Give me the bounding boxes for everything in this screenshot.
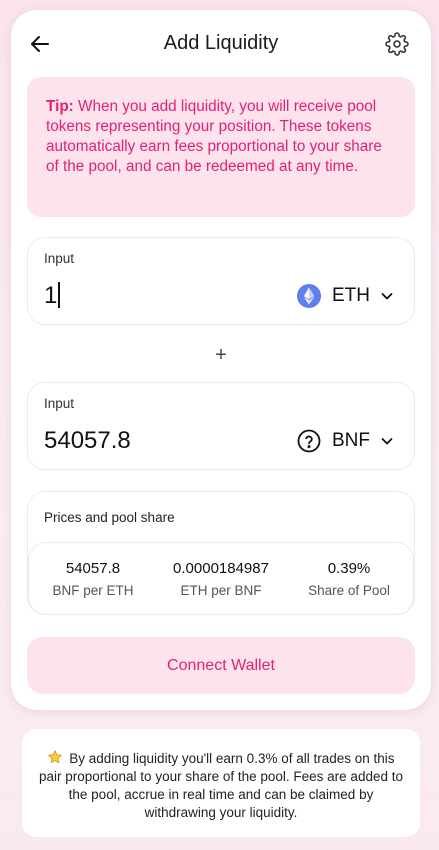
amount-input-eth[interactable]: 1	[44, 282, 244, 310]
gear-icon[interactable]	[385, 32, 409, 56]
star-icon	[48, 749, 63, 764]
ethereum-icon	[297, 284, 321, 308]
input-label: Input	[44, 396, 75, 411]
token-select-bnf[interactable]: BNF	[297, 427, 394, 455]
prices-grid: 54057.8 BNF per ETH 0.0000184987 ETH per…	[28, 542, 414, 615]
prices-panel: Prices and pool share 54057.8 BNF per ET…	[27, 491, 415, 615]
page-title: Add Liquidity	[163, 32, 279, 54]
add-liquidity-card: Add Liquidity Tip: When you add liquidit…	[11, 10, 431, 710]
tip-text: When you add liquidity, you will receive…	[46, 98, 382, 175]
price-item: 54057.8 BNF per ETH	[29, 543, 157, 614]
amount-input-bnf[interactable]: 54057.8	[44, 427, 244, 455]
price-item: 0.0000184987 ETH per BNF	[157, 543, 285, 614]
card-header: Add Liquidity	[11, 10, 431, 76]
info-footer: By adding liquidity you'll earn 0.3% of …	[22, 729, 420, 837]
price-label: ETH per BNF	[180, 582, 262, 598]
price-label: BNF per ETH	[52, 582, 134, 598]
price-label: Share of Pool	[308, 582, 390, 598]
connect-wallet-button[interactable]: Connect Wallet	[27, 637, 415, 694]
chevron-down-icon	[381, 293, 393, 300]
price-value: 54057.8	[65, 559, 121, 577]
input-panel-bnf: Input 54057.8 BNF	[27, 382, 415, 470]
token-symbol: ETH	[332, 285, 370, 306]
price-value: 0.39%	[327, 559, 371, 577]
plus-icon: +	[215, 344, 227, 366]
price-value: 0.0000184987	[173, 559, 269, 577]
input-panel-eth: Input 1 ETH	[27, 237, 415, 325]
footer-text: By adding liquidity you'll earn 0.3% of …	[39, 751, 403, 820]
tip-box: Tip: When you add liquidity, you will re…	[27, 77, 415, 217]
prices-title: Prices and pool share	[44, 510, 175, 525]
price-item: 0.39% Share of Pool	[285, 543, 413, 614]
token-select-eth[interactable]: ETH	[297, 282, 394, 310]
chevron-down-icon	[381, 438, 393, 445]
question-icon	[297, 429, 321, 453]
input-label: Input	[44, 251, 75, 266]
token-symbol: BNF	[332, 430, 370, 451]
tip-label: Tip:	[46, 98, 74, 115]
